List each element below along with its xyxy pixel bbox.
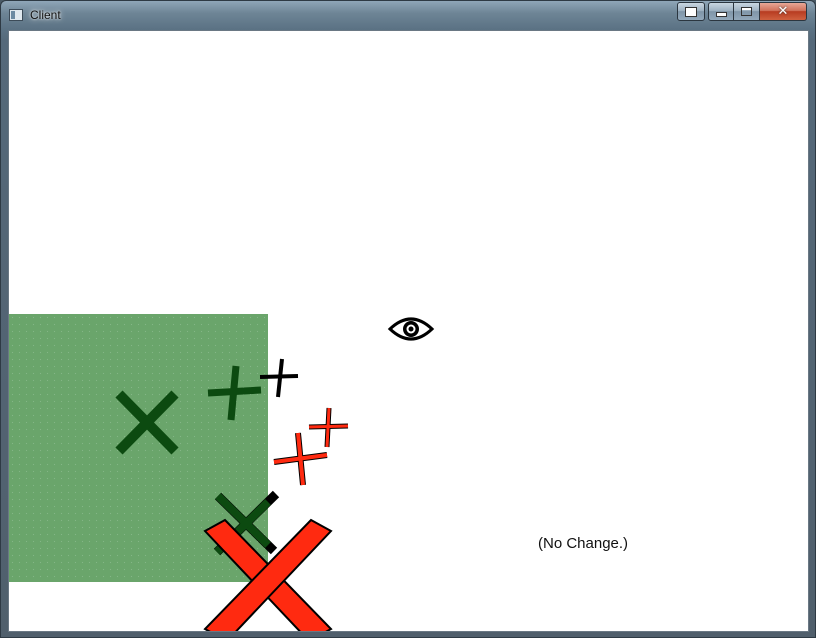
dark-green-x-large bbox=[115, 390, 179, 455]
close-icon: ✕ bbox=[777, 4, 789, 19]
dark-green-plus bbox=[207, 365, 262, 421]
extra-button[interactable] bbox=[677, 2, 705, 21]
scene-canvas[interactable] bbox=[9, 31, 809, 632]
maximize-icon bbox=[741, 7, 752, 16]
app-icon[interactable] bbox=[9, 9, 23, 21]
eye-icon bbox=[387, 317, 435, 341]
client-window: Client ✕ (No Change.) bbox=[0, 0, 816, 638]
minimize-button[interactable] bbox=[708, 2, 734, 21]
red-plus-medium bbox=[273, 432, 328, 486]
red-plus-small bbox=[308, 407, 349, 448]
title-bar[interactable]: Client ✕ bbox=[1, 1, 815, 30]
minimize-icon bbox=[715, 12, 727, 17]
client-area[interactable]: (No Change.) bbox=[8, 30, 809, 632]
red-x-large bbox=[203, 518, 333, 631]
black-plus bbox=[259, 358, 299, 398]
maximize-button[interactable] bbox=[734, 2, 760, 21]
close-button[interactable]: ✕ bbox=[760, 2, 807, 21]
status-text: (No Change.) bbox=[538, 535, 629, 552]
window-switch-icon bbox=[685, 6, 697, 17]
window-title: Client bbox=[30, 8, 61, 22]
